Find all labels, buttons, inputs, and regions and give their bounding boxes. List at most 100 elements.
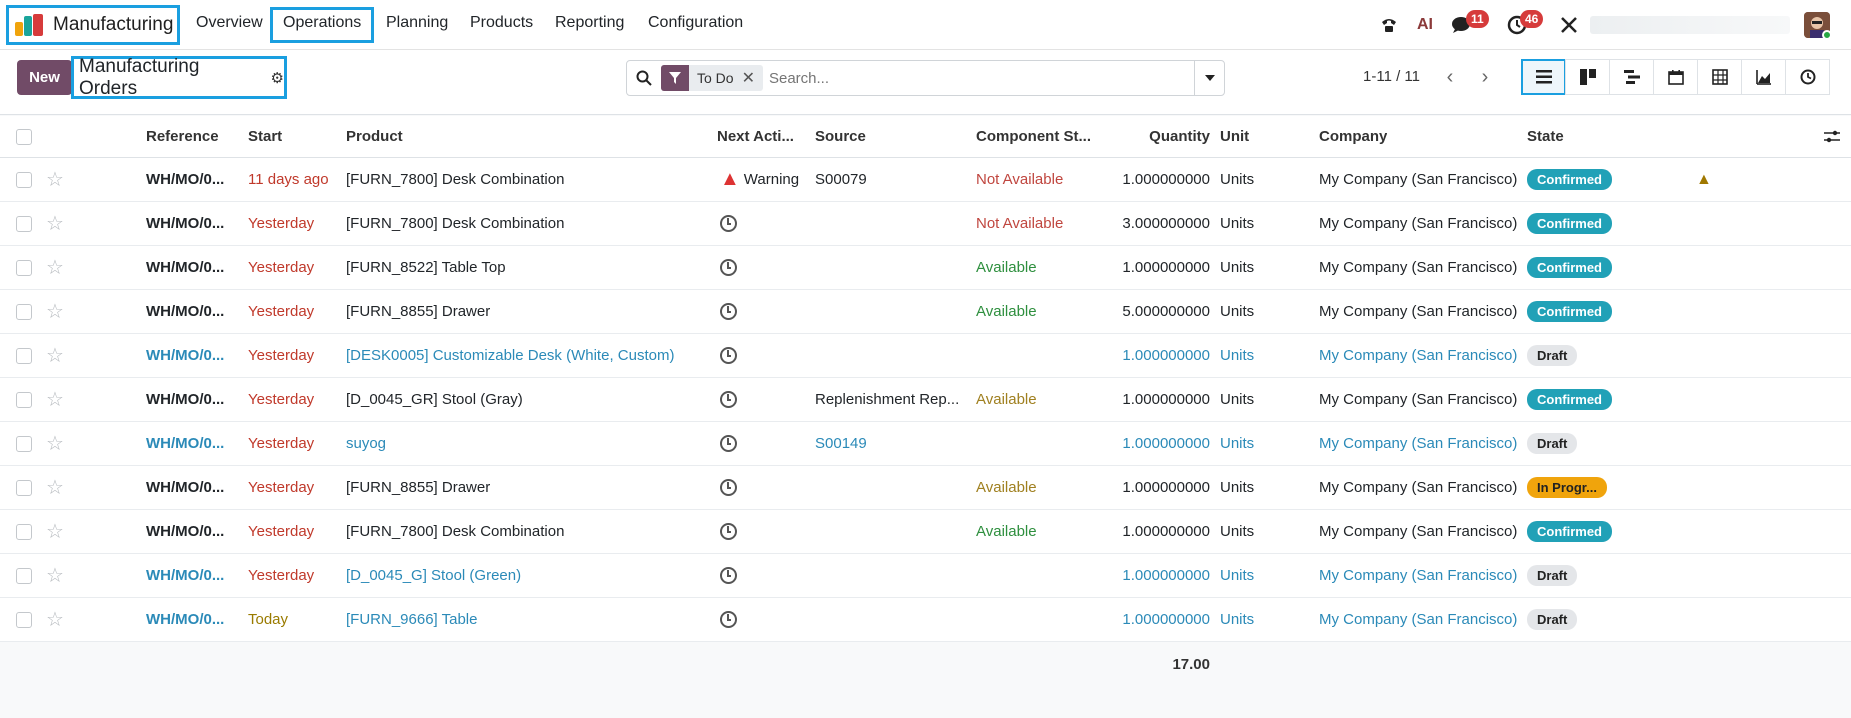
pivot-view-icon[interactable] bbox=[1697, 59, 1742, 95]
pager-previous-icon[interactable]: ‹ bbox=[1433, 60, 1467, 94]
optional-columns-icon[interactable] bbox=[1824, 116, 1840, 157]
activity-view-icon[interactable] bbox=[1785, 59, 1830, 95]
row-start: Yesterday bbox=[248, 479, 315, 496]
calendar-view-icon[interactable] bbox=[1653, 59, 1698, 95]
activity-clock-icon[interactable] bbox=[720, 523, 737, 540]
row-checkbox[interactable] bbox=[16, 510, 32, 553]
menu-products[interactable]: Products bbox=[470, 14, 533, 32]
row-quantity: 1.000000000 bbox=[1122, 611, 1210, 628]
pager-value[interactable]: 1-11 / 11 bbox=[1363, 68, 1420, 85]
row-next-activity[interactable] bbox=[720, 290, 737, 333]
row-next-activity[interactable] bbox=[720, 466, 737, 509]
row-next-activity[interactable] bbox=[720, 202, 737, 245]
activity-clock-icon[interactable] bbox=[720, 435, 737, 452]
select-all-checkbox[interactable] bbox=[16, 116, 32, 157]
favorite-star-icon[interactable]: ☆ bbox=[46, 158, 64, 201]
row-next-activity[interactable] bbox=[720, 378, 737, 421]
menu-overview[interactable]: Overview bbox=[196, 14, 263, 32]
table-row[interactable]: ☆ WH/MO/0... Yesterday [FURN_8522] Table To… bbox=[0, 246, 1851, 290]
app-brand[interactable]: Manufacturing bbox=[6, 5, 180, 45]
menu-planning[interactable]: Planning bbox=[386, 14, 448, 32]
table-row[interactable]: ☆ WH/MO/0... Yesterday [FURN_8855] Drawer Av… bbox=[0, 290, 1851, 334]
table-row[interactable]: ☆ WH/MO/0... Yesterday [D_0045_GR] Stool (G… bbox=[0, 378, 1851, 422]
column-product[interactable]: Product bbox=[346, 116, 403, 157]
favorite-star-icon[interactable]: ☆ bbox=[46, 422, 64, 465]
row-reference: WH/MO/0... bbox=[146, 215, 225, 232]
row-checkbox[interactable] bbox=[16, 378, 32, 421]
menu-operations[interactable]: Operations bbox=[270, 7, 375, 43]
row-next-activity[interactable] bbox=[720, 246, 737, 289]
remove-facet-icon[interactable]: ✕ bbox=[742, 68, 763, 88]
column-start[interactable]: Start bbox=[248, 116, 282, 157]
search-input[interactable] bbox=[768, 69, 1194, 87]
ai-icon[interactable]: AI bbox=[1412, 12, 1438, 38]
favorite-star-icon[interactable]: ☆ bbox=[46, 510, 64, 553]
activity-clock-icon[interactable] bbox=[720, 347, 737, 364]
menu-configuration[interactable]: Configuration bbox=[648, 14, 743, 32]
column-unit[interactable]: Unit bbox=[1220, 116, 1249, 157]
activity-clock-icon[interactable] bbox=[720, 215, 737, 232]
activity-clock-icon[interactable] bbox=[720, 391, 737, 408]
favorite-star-icon[interactable]: ☆ bbox=[46, 554, 64, 597]
table-row[interactable]: ☆ WH/MO/0... Today [FURN_9666] Table 1.00000… bbox=[0, 598, 1851, 642]
activity-clock-icon[interactable] bbox=[720, 259, 737, 276]
row-checkbox[interactable] bbox=[16, 598, 32, 641]
activity-clock-icon[interactable] bbox=[720, 479, 737, 496]
row-next-activity[interactable]: ▲ Warning bbox=[720, 158, 799, 201]
row-checkbox[interactable] bbox=[16, 554, 32, 597]
search-options-toggle[interactable] bbox=[1194, 61, 1224, 95]
table-row[interactable]: ☆ WH/MO/0... Yesterday [FURN_8855] Drawer Av… bbox=[0, 466, 1851, 510]
favorite-star-icon[interactable]: ☆ bbox=[46, 378, 64, 421]
kanban-view-icon[interactable] bbox=[1565, 59, 1610, 95]
row-checkbox[interactable] bbox=[16, 466, 32, 509]
column-source[interactable]: Source bbox=[815, 116, 866, 157]
row-checkbox[interactable] bbox=[16, 202, 32, 245]
column-component-status[interactable]: Component St... bbox=[976, 116, 1091, 157]
column-reference[interactable]: Reference bbox=[146, 116, 219, 157]
favorite-star-icon[interactable]: ☆ bbox=[46, 246, 64, 289]
column-next-activity[interactable]: Next Acti... bbox=[717, 116, 794, 157]
column-company[interactable]: Company bbox=[1319, 116, 1387, 157]
favorite-star-icon[interactable]: ☆ bbox=[46, 202, 64, 245]
new-button[interactable]: New bbox=[17, 60, 72, 95]
column-state[interactable]: State bbox=[1527, 116, 1564, 157]
row-checkbox[interactable] bbox=[16, 334, 32, 377]
activity-clock-icon[interactable] bbox=[720, 567, 737, 584]
table-row[interactable]: ☆ WH/MO/0... Yesterday [D_0045_G] Stool (Gr… bbox=[0, 554, 1851, 598]
gantt-view-icon[interactable] bbox=[1609, 59, 1654, 95]
search-icon[interactable] bbox=[627, 61, 661, 95]
favorite-star-icon[interactable]: ☆ bbox=[46, 334, 64, 377]
row-checkbox[interactable] bbox=[16, 422, 32, 465]
row-checkbox[interactable] bbox=[16, 158, 32, 201]
row-checkbox[interactable] bbox=[16, 290, 32, 333]
menu-reporting[interactable]: Reporting bbox=[555, 14, 624, 32]
graph-view-icon[interactable] bbox=[1741, 59, 1786, 95]
row-next-activity[interactable] bbox=[720, 510, 737, 553]
manufacturing-app-icon bbox=[15, 14, 45, 36]
activity-clock-icon[interactable] bbox=[720, 303, 737, 320]
row-source bbox=[815, 246, 975, 289]
row-next-activity[interactable] bbox=[720, 422, 737, 465]
favorite-star-icon[interactable]: ☆ bbox=[46, 598, 64, 641]
table-row[interactable]: ☆ WH/MO/0... 11 days ago [FURN_7800] Desk C… bbox=[0, 158, 1851, 202]
table-row[interactable]: ☆ WH/MO/0... Yesterday [FURN_7800] Desk Com… bbox=[0, 510, 1851, 554]
favorite-star-icon[interactable]: ☆ bbox=[46, 290, 64, 333]
row-company: My Company (San Francisco) bbox=[1319, 215, 1518, 232]
row-next-activity[interactable] bbox=[720, 598, 737, 641]
column-quantity[interactable]: Quantity bbox=[1100, 116, 1210, 157]
gear-icon[interactable]: ⚙ bbox=[271, 69, 284, 87]
company-switcher-placeholder[interactable] bbox=[1590, 16, 1790, 34]
activity-clock-icon[interactable] bbox=[720, 611, 737, 628]
table-row[interactable]: ☆ WH/MO/0... Yesterday [FURN_7800] Desk Com… bbox=[0, 202, 1851, 246]
row-next-activity[interactable] bbox=[720, 334, 737, 377]
phone-icon[interactable] bbox=[1376, 12, 1402, 38]
table-row[interactable]: ☆ WH/MO/0... Yesterday suyog S00149 1.0000000… bbox=[0, 422, 1851, 466]
favorite-star-icon[interactable]: ☆ bbox=[46, 466, 64, 509]
debug-tools-icon[interactable] bbox=[1556, 12, 1582, 38]
pager-next-icon[interactable]: › bbox=[1468, 60, 1502, 94]
table-row[interactable]: ☆ WH/MO/0... Yesterday [DESK0005] Customiza… bbox=[0, 334, 1851, 378]
list-view-icon[interactable] bbox=[1521, 59, 1566, 95]
row-product: [D_0045_G] Stool (Green) bbox=[346, 567, 522, 584]
row-checkbox[interactable] bbox=[16, 246, 32, 289]
row-next-activity[interactable] bbox=[720, 554, 737, 597]
